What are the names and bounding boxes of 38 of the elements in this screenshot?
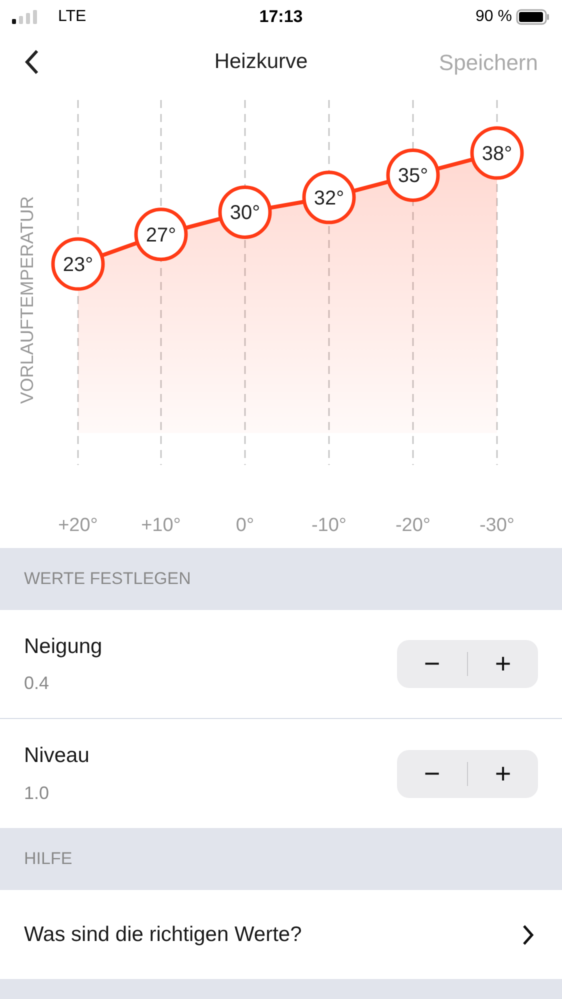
data-label: 27° bbox=[146, 224, 176, 246]
data-label: 30° bbox=[230, 202, 260, 224]
battery-percent: 90 % bbox=[476, 7, 512, 27]
axis-label: VORLAUFTEMPERATUR bbox=[17, 196, 37, 404]
axis-tick-label: -10° bbox=[311, 515, 347, 536]
carrier-label: LTE bbox=[58, 7, 86, 27]
data-label: 35° bbox=[398, 165, 428, 188]
screen-title: Heizkurve bbox=[214, 49, 308, 76]
chevron-left-icon bbox=[24, 48, 40, 76]
help-link[interactable]: Was sind die richtigen Werte? bbox=[0, 890, 562, 979]
clock: 17:13 bbox=[259, 6, 303, 28]
data-point[interactable] bbox=[134, 208, 188, 262]
battery-icon bbox=[516, 9, 550, 25]
axis-tick-label: -20° bbox=[395, 515, 431, 536]
axis-tick-label: 0° bbox=[236, 515, 254, 536]
data-point[interactable] bbox=[470, 126, 524, 180]
setting-label: Neigung bbox=[24, 634, 102, 660]
setting-label: Niveau bbox=[24, 743, 90, 770]
axis-tick-label: +10° bbox=[141, 515, 181, 536]
setting-value: 1.0 bbox=[24, 782, 50, 805]
axis-tick-label: -30° bbox=[479, 515, 515, 536]
axis-tick-label: +20° bbox=[58, 515, 98, 536]
signal-icon bbox=[12, 10, 38, 24]
section-header: WERTE FESTLEGEN bbox=[24, 568, 191, 590]
data-label: 32° bbox=[314, 187, 344, 210]
chevron-right-icon bbox=[522, 924, 534, 946]
setting-value: 0.4 bbox=[24, 672, 50, 696]
data-point[interactable] bbox=[51, 237, 105, 291]
data-point[interactable] bbox=[302, 170, 356, 224]
data-point[interactable] bbox=[386, 148, 440, 202]
decrement-button[interactable]: − bbox=[397, 640, 467, 688]
section-header: HILFE bbox=[24, 848, 72, 870]
decrement-button[interactable]: − bbox=[397, 750, 467, 798]
data-point[interactable] bbox=[218, 185, 272, 239]
increment-button[interactable]: + bbox=[468, 750, 538, 798]
data-label: 23° bbox=[62, 254, 94, 276]
increment-button[interactable]: + bbox=[468, 640, 538, 688]
data-label: 38° bbox=[482, 143, 512, 165]
